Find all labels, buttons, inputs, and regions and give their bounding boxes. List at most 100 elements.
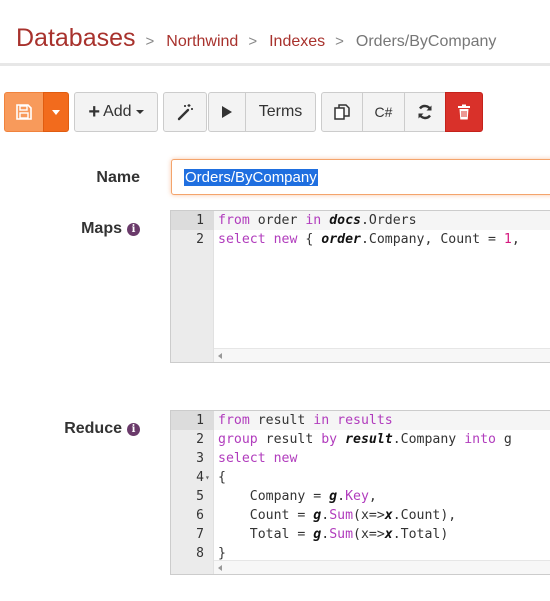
code-token: . xyxy=(321,527,330,542)
reduce-editor[interactable]: 1 from result in results 2 group result by … xyxy=(170,410,550,575)
scroll-left-icon[interactable] xyxy=(218,565,222,571)
plus-icon: + xyxy=(88,101,101,123)
horizontal-scrollbar[interactable] xyxy=(214,348,550,362)
code-token: , xyxy=(368,489,377,504)
code-token: { xyxy=(297,232,322,247)
breadcrumb-separator: > xyxy=(335,33,344,50)
index-name-input[interactable]: Orders/ByCompany xyxy=(171,159,550,195)
code-text: select new { order.Company, Count = 1, xyxy=(218,230,520,249)
name-label-text: Name xyxy=(96,169,140,186)
trash-icon xyxy=(457,104,471,120)
code-token: in xyxy=(313,413,330,428)
line-number: 8 xyxy=(196,546,204,561)
maps-label: Maps i xyxy=(81,220,140,238)
name-label: Name xyxy=(96,169,140,187)
code-token: result xyxy=(249,413,314,428)
test-index-button[interactable] xyxy=(208,92,246,132)
caret-down-icon xyxy=(135,110,144,114)
code-line[interactable]: 1 from result in results xyxy=(171,411,550,430)
breadcrumb-separator: > xyxy=(248,33,258,50)
horizontal-scrollbar[interactable] xyxy=(214,560,550,574)
code-token: (x=> xyxy=(353,508,385,523)
code-token: from xyxy=(218,413,250,428)
code-token: . xyxy=(337,489,346,504)
code-line[interactable]: 1 from order in docs.Orders xyxy=(171,211,550,230)
code-token: 1 xyxy=(503,232,512,247)
code-token: .Company xyxy=(392,432,465,447)
copy-icon xyxy=(334,104,350,120)
code-text: { xyxy=(218,468,226,487)
code-token: . xyxy=(321,508,330,523)
save-button[interactable] xyxy=(4,92,44,132)
maps-label-text: Maps xyxy=(81,220,122,237)
code-token: Total = xyxy=(218,527,314,542)
code-text: group result by result.Company into g xyxy=(218,430,512,449)
delete-button[interactable] xyxy=(445,92,483,132)
csharp-button[interactable]: C# xyxy=(362,92,405,132)
code-text: from result in results xyxy=(218,411,393,430)
line-number: 1 xyxy=(171,211,214,230)
code-token: in xyxy=(305,213,322,228)
add-button[interactable]: + Add xyxy=(74,92,158,132)
caret-down-icon xyxy=(52,109,60,115)
code-token: result xyxy=(345,432,393,447)
code-token: select xyxy=(218,451,266,466)
floppy-disk-icon xyxy=(16,104,32,120)
fold-toggle-icon[interactable]: ▾ xyxy=(205,468,210,487)
maps-editor[interactable]: 1 from order in docs.Orders 2 select new { … xyxy=(170,210,550,363)
line-number: 6 xyxy=(196,508,204,523)
code-line[interactable]: 2 select new { order.Company, Count = 1, xyxy=(171,230,550,249)
line-number: 5 xyxy=(196,489,204,504)
code-token: new xyxy=(273,232,298,247)
add-button-label: Add xyxy=(103,103,132,120)
line-number: 1 xyxy=(171,411,214,430)
code-token: Sum xyxy=(329,508,354,523)
code-token: x xyxy=(384,527,393,542)
code-token: x xyxy=(384,508,393,523)
code-token: by xyxy=(321,432,338,447)
copy-button[interactable] xyxy=(321,92,363,132)
code-token: into xyxy=(464,432,496,447)
breadcrumb-databases[interactable]: Databases xyxy=(16,24,136,53)
reduce-label-text: Reduce xyxy=(64,420,122,437)
code-token: select xyxy=(218,232,266,247)
code-text: Count = g.Sum(x=>x.Count), xyxy=(218,506,457,525)
refresh-icon xyxy=(417,104,433,120)
code-line[interactable]: 3 select new xyxy=(171,449,550,468)
code-token: .Total) xyxy=(392,527,449,542)
info-icon[interactable]: i xyxy=(127,222,140,236)
code-text: Total = g.Sum(x=>x.Total) xyxy=(218,525,449,544)
line-number: 7 xyxy=(196,527,204,542)
reduce-code-lines: 1 from result in results 2 group result by … xyxy=(171,411,550,563)
breadcrumb-indexes[interactable]: Indexes xyxy=(269,33,325,51)
header-divider xyxy=(0,63,550,66)
code-text: select new xyxy=(218,449,297,468)
code-token: order xyxy=(321,232,361,247)
line-number: 2 xyxy=(196,432,204,447)
format-button[interactable] xyxy=(163,92,207,132)
scroll-left-icon[interactable] xyxy=(218,353,222,359)
code-line[interactable]: 6 Count = g.Sum(x=>x.Count), xyxy=(171,506,550,525)
code-line[interactable]: 5 Company = g.Key, xyxy=(171,487,550,506)
code-line[interactable]: 7 Total = g.Sum(x=>x.Total) xyxy=(171,525,550,544)
code-text: Company = g.Key, xyxy=(218,487,377,506)
play-icon xyxy=(221,105,233,119)
line-number: 2 xyxy=(196,232,204,247)
code-token: Key xyxy=(345,489,369,504)
code-line[interactable]: 4 ▾{ xyxy=(171,468,550,487)
code-token: .Orders xyxy=(360,213,417,228)
index-name-value: Orders/ByCompany xyxy=(184,169,318,186)
code-token: g xyxy=(329,489,338,504)
code-token: .Company, Count = xyxy=(360,232,504,247)
code-line[interactable]: 2 group result by result.Company into g xyxy=(171,430,550,449)
code-token: results xyxy=(337,413,393,428)
breadcrumb-northwind[interactable]: Northwind xyxy=(166,33,238,51)
refresh-button[interactable] xyxy=(404,92,446,132)
info-icon[interactable]: i xyxy=(127,422,140,436)
code-token: , xyxy=(511,232,520,247)
save-options-button[interactable] xyxy=(43,92,69,132)
code-token: order xyxy=(249,213,306,228)
terms-button[interactable]: Terms xyxy=(245,92,316,132)
